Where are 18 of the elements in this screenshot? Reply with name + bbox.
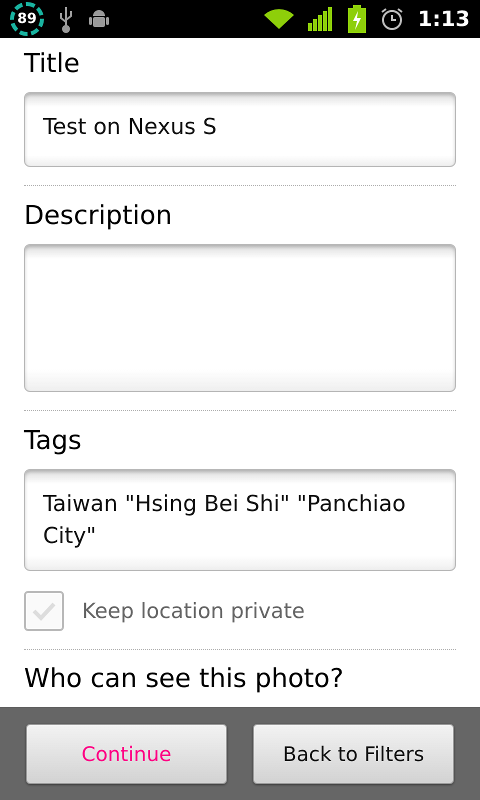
checkbox[interactable] (24, 591, 64, 631)
checkbox-label: Keep location private (82, 599, 305, 623)
text-field[interactable]: Taiwan "Hsing Bei Shi" "Panchiao City" (24, 469, 456, 571)
field-label: Tags (24, 425, 83, 457)
clock-time: 1:13 (418, 7, 470, 31)
field-label: Description (24, 200, 174, 232)
text-field[interactable] (24, 244, 456, 392)
text-field[interactable]: Test on Nexus S (24, 92, 456, 167)
back-button[interactable]: Back to Filters (253, 724, 454, 784)
battery-level-icon: 89 (10, 2, 44, 36)
wifi-icon (264, 7, 294, 31)
usb-icon (58, 5, 74, 33)
battery-charging-icon (348, 5, 366, 33)
signal-icon (308, 7, 334, 31)
check-icon (31, 601, 57, 621)
section-heading: Who can see this photo? (24, 664, 345, 694)
alarm-clock-icon (380, 7, 404, 31)
field-label: Title (24, 48, 81, 80)
